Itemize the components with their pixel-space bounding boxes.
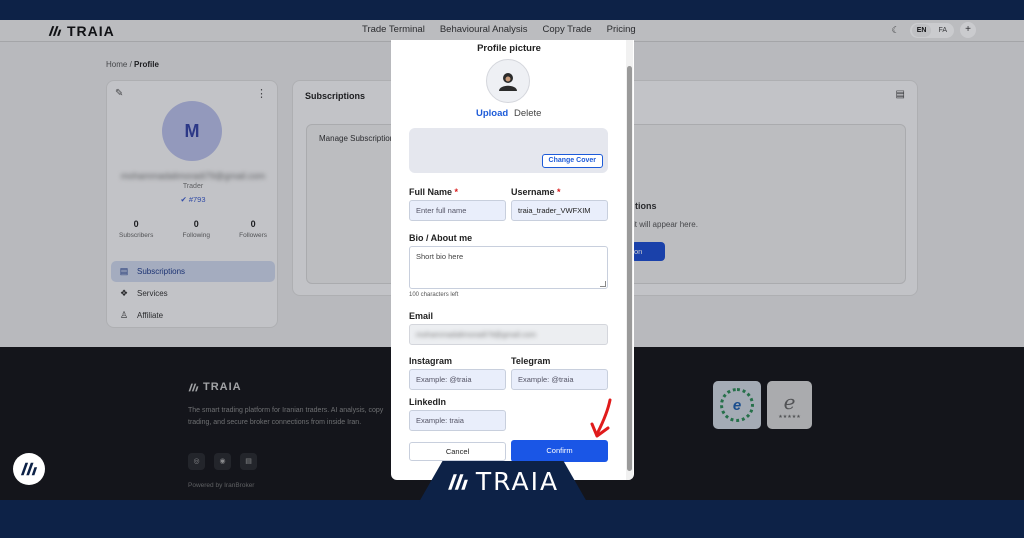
full-name-input[interactable]: Enter full name	[409, 200, 506, 221]
frame-bottom-band	[0, 500, 1024, 538]
profile-picture-avatar[interactable]	[486, 59, 530, 103]
telegram-label: Telegram	[511, 356, 551, 366]
modal-scrollbar-thumb[interactable]	[627, 66, 632, 471]
username-label: Username *	[511, 187, 561, 197]
username-input[interactable]: traia_trader_VWFXIM	[511, 200, 608, 221]
full-name-label-text: Full Name	[409, 187, 453, 197]
change-cover-button[interactable]: Change Cover	[541, 154, 603, 168]
email-field: mohammadalimoradi79@gmail.com	[409, 324, 608, 345]
telegram-input[interactable]: Example: @traia	[511, 369, 608, 390]
red-arrow-annotation-icon	[590, 398, 612, 438]
overlay-brand-name: TRAIA	[475, 467, 560, 496]
confirm-button[interactable]: Confirm	[511, 440, 608, 462]
cancel-button[interactable]: Cancel	[409, 442, 506, 461]
bio-label: Bio / About me	[409, 233, 473, 243]
overlay-brand-tab: TRAIA	[419, 461, 587, 502]
bio-textarea[interactable]: Short bio here	[409, 246, 608, 289]
required-mark: *	[454, 187, 459, 197]
instagram-label: Instagram	[409, 356, 453, 366]
required-mark: *	[557, 187, 561, 197]
user-silhouette-icon	[499, 73, 517, 91]
full-name-label: Full Name *	[409, 187, 458, 197]
linkedin-label: LinkedIn	[409, 397, 447, 407]
bio-char-count: 100 characters left	[409, 292, 459, 298]
frame-top-band	[0, 0, 1024, 20]
linkedin-input[interactable]: Example: traia	[409, 410, 506, 431]
email-label: Email	[409, 311, 434, 321]
profile-picture-title: Profile picture	[477, 43, 541, 54]
email-field-value: mohammadalimoradi79@gmail.com	[416, 330, 537, 339]
corner-logo	[13, 453, 45, 485]
traia-logo-icon	[20, 462, 38, 476]
instagram-input[interactable]: Example: @traia	[409, 369, 506, 390]
delete-link[interactable]: Delete	[514, 108, 541, 119]
upload-link[interactable]: Upload	[476, 108, 508, 119]
username-label-text: Username	[511, 187, 555, 197]
cover-image-area: Change Cover	[409, 128, 608, 173]
traia-logo-icon	[447, 473, 468, 490]
